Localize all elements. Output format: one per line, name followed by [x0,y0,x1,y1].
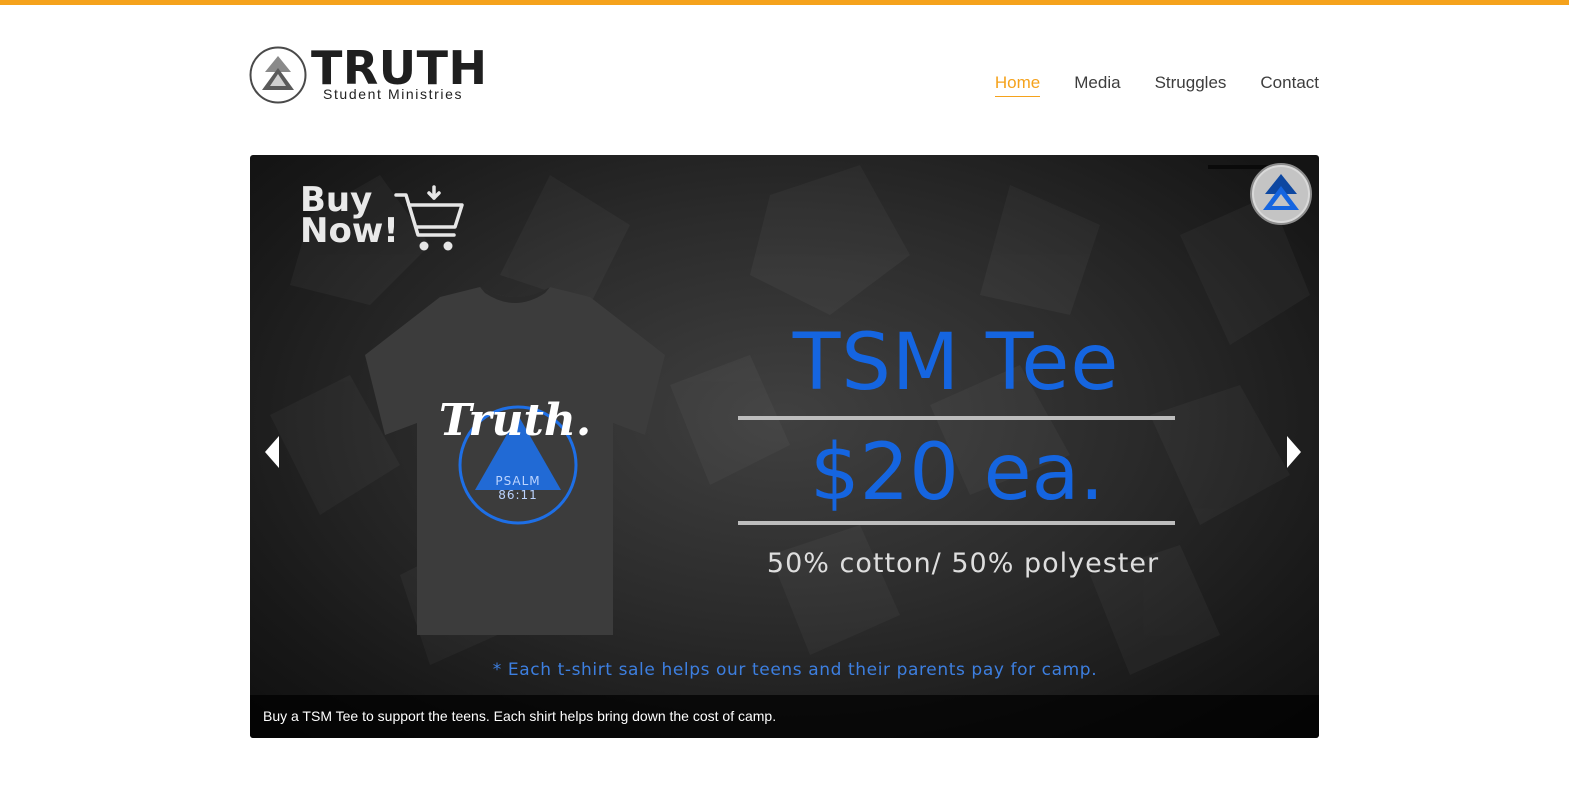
nav-item-contact[interactable]: Contact [1260,72,1319,97]
shopping-cart-icon[interactable] [392,183,466,257]
logo-subtitle: Student Ministries [323,86,464,102]
main-nav: Home Media Struggles Contact [994,72,1319,97]
shirt-print-verse-line1: PSALM [495,474,540,488]
double-arrow-up-icon[interactable] [1249,162,1313,226]
hero-slider[interactable]: Buy Now! Truth. PSALM 86:11 TSM Tee $20 … [250,155,1319,738]
nav-item-struggles[interactable]: Struggles [1155,72,1227,97]
slide-caption-text: Buy a TSM Tee to support the teens. Each… [263,708,777,724]
product-title: TSM Tee [792,318,1120,408]
double-arrow-up-icon [249,46,307,104]
divider [738,416,1175,420]
buy-now-label[interactable]: Buy Now! [300,183,399,251]
nav-item-home[interactable]: Home [994,72,1041,97]
shirt-print-verse-line2: 86:11 [498,488,538,502]
product-note: * Each t-shirt sale helps our teens and … [492,660,1098,680]
product-price: $20 ea. [810,428,1105,518]
t-shirt-image: Truth. PSALM 86:11 [365,287,665,635]
shirt-print-title: Truth. [439,395,591,446]
product-fabric: 50% cotton/ 50% polyester [766,548,1160,579]
buy-now-line2: Now! [300,211,399,251]
divider [738,521,1175,525]
top-accent-bar [0,0,1569,5]
slide-caption: Buy a TSM Tee to support the teens. Each… [250,695,1319,738]
nav-item-media[interactable]: Media [1074,72,1120,97]
chevron-left-icon[interactable] [261,432,285,472]
chevron-right-icon[interactable] [1281,432,1305,472]
site-logo[interactable]: TRUTH Student Ministries [249,41,489,106]
